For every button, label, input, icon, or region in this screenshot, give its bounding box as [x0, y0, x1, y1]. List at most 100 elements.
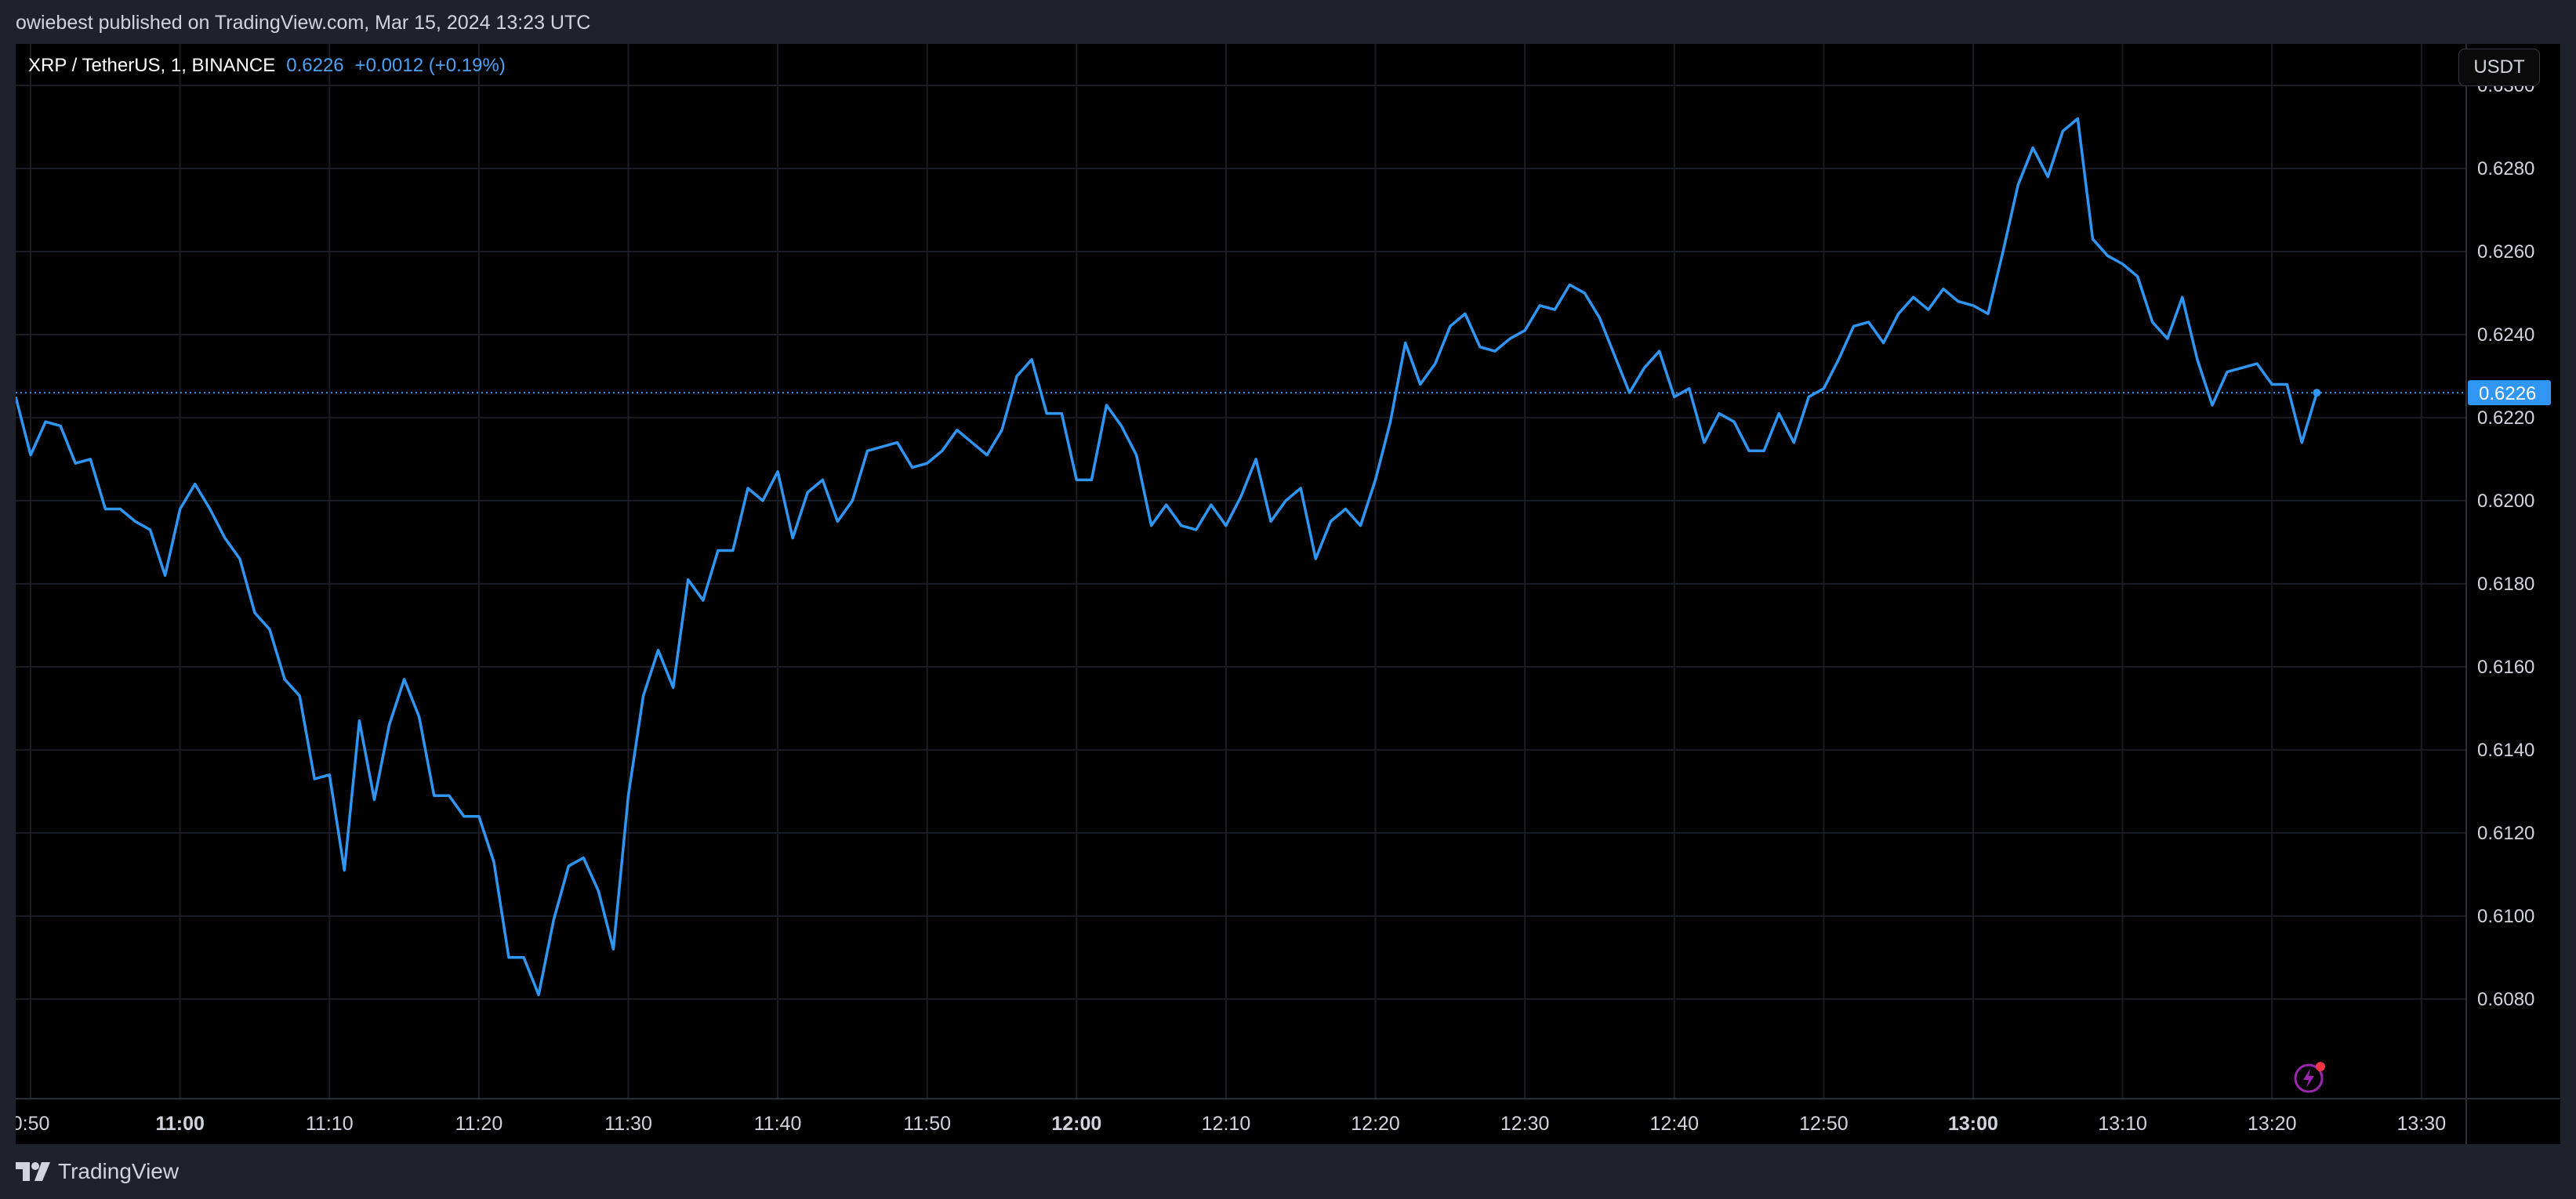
data-point — [1433, 361, 1438, 366]
data-point — [432, 793, 437, 798]
data-point — [1343, 507, 1348, 512]
bolt-icon[interactable] — [2293, 1060, 2327, 1094]
y-tick-label: 0.6280 — [2477, 158, 2534, 179]
x-tick-label: 11:40 — [754, 1113, 802, 1135]
data-point — [775, 469, 780, 474]
data-point — [955, 428, 960, 433]
data-point — [1313, 556, 1318, 561]
data-point — [1852, 324, 1856, 328]
data-point — [417, 714, 422, 719]
data-point — [2195, 357, 2200, 362]
data-point — [492, 860, 496, 864]
data-point — [178, 507, 183, 512]
data-point — [132, 519, 137, 523]
chart-legend[interactable]: XRP / TetherUS, 1, BINANCE 0.6226 +0.001… — [28, 55, 506, 77]
data-point — [1717, 411, 1722, 416]
data-point — [731, 549, 735, 553]
x-tick-label: 11:30 — [604, 1113, 652, 1135]
y-tick-label: 0.6240 — [2477, 324, 2534, 346]
data-point — [1268, 519, 1273, 523]
data-point — [267, 627, 272, 632]
y-tick-label: 0.6140 — [2477, 740, 2534, 761]
legend-change: +0.0012 (+0.19%) — [354, 55, 506, 76]
y-tick-label: 0.6180 — [2477, 574, 2534, 595]
data-point — [1926, 307, 1931, 312]
data-point — [716, 549, 720, 553]
data-point — [1747, 448, 1751, 453]
data-point — [1956, 299, 1961, 304]
data-point — [925, 461, 930, 465]
data-point — [1358, 523, 1362, 528]
data-point — [1044, 411, 1049, 416]
data-point — [746, 486, 750, 491]
data-point — [910, 465, 915, 470]
data-point — [2240, 365, 2244, 370]
data-point — [1254, 457, 1258, 462]
data-point — [865, 448, 869, 453]
data-point — [1702, 440, 1707, 445]
data-point — [671, 685, 676, 690]
data-point — [2001, 249, 2005, 254]
data-point — [1298, 486, 1303, 491]
data-point — [880, 444, 885, 449]
data-point — [2165, 336, 2170, 341]
data-point — [88, 457, 93, 462]
data-point — [1089, 477, 1094, 482]
data-point — [1881, 341, 1886, 346]
data-point — [2121, 262, 2125, 266]
x-tick-label: 13:10 — [2098, 1113, 2147, 1135]
y-tick-label: 0.6080 — [2477, 989, 2534, 1010]
data-point — [1283, 498, 1288, 503]
data-point — [1508, 336, 1512, 341]
data-point — [701, 598, 706, 603]
data-point — [43, 419, 48, 424]
data-point — [1821, 386, 1826, 391]
attribution-text: owiebest published on TradingView.com, M… — [16, 12, 591, 34]
data-point — [1911, 295, 1916, 299]
data-point — [611, 947, 615, 951]
data-point — [2090, 237, 2095, 241]
data-point — [1627, 390, 1632, 395]
data-point — [1896, 311, 1901, 316]
data-point — [551, 918, 556, 922]
legend-last-price: 0.6226 — [286, 55, 344, 76]
data-point — [1059, 411, 1064, 416]
data-point — [1119, 424, 1124, 429]
data-point — [252, 610, 257, 615]
data-point — [327, 773, 332, 777]
tradingview-logo[interactable]: TradingView — [16, 1157, 179, 1186]
y-tick-label: 0.6120 — [2477, 823, 2534, 844]
data-point — [1582, 291, 1587, 295]
data-point — [193, 482, 198, 487]
x-tick-label: 13:00 — [1948, 1113, 1998, 1135]
data-point — [2060, 129, 2065, 133]
x-tick-label: 12:10 — [1202, 1113, 1251, 1135]
data-point — [1014, 374, 1019, 379]
data-point — [1224, 523, 1228, 528]
data-point — [536, 993, 541, 998]
data-point — [850, 498, 854, 503]
data-point — [760, 498, 765, 503]
y-tick-label: 0.6200 — [2477, 491, 2534, 512]
tradingview-logo-icon — [16, 1162, 50, 1181]
data-point — [2210, 403, 2215, 408]
data-point — [596, 889, 600, 893]
currency-button[interactable]: USDT — [2458, 49, 2540, 86]
data-point — [73, 461, 78, 465]
data-point — [686, 578, 691, 582]
data-point — [2045, 175, 2050, 179]
data-point — [103, 507, 107, 512]
data-point — [1448, 324, 1453, 328]
symbol-title[interactable]: XRP / TetherUS, 1, BINANCE — [28, 55, 275, 77]
data-point — [148, 527, 153, 532]
y-tick-label: 0.6260 — [2477, 241, 2534, 263]
chart-panel[interactable]: 0.6080 0.6100 0.6120 0.6140 0.6160 0.6180 0.62… — [16, 44, 2560, 1144]
price-chart[interactable]: 0.6080 0.6100 0.6120 0.6140 0.6160 0.6180 0.62… — [16, 44, 2560, 1144]
data-point — [2150, 320, 2155, 324]
data-point — [1493, 349, 1497, 353]
data-point — [1478, 345, 1482, 350]
x-tick-label: 12:40 — [1649, 1113, 1699, 1135]
footer: TradingView — [0, 1144, 2576, 1199]
data-point — [1000, 428, 1004, 433]
data-point — [1567, 282, 1572, 287]
